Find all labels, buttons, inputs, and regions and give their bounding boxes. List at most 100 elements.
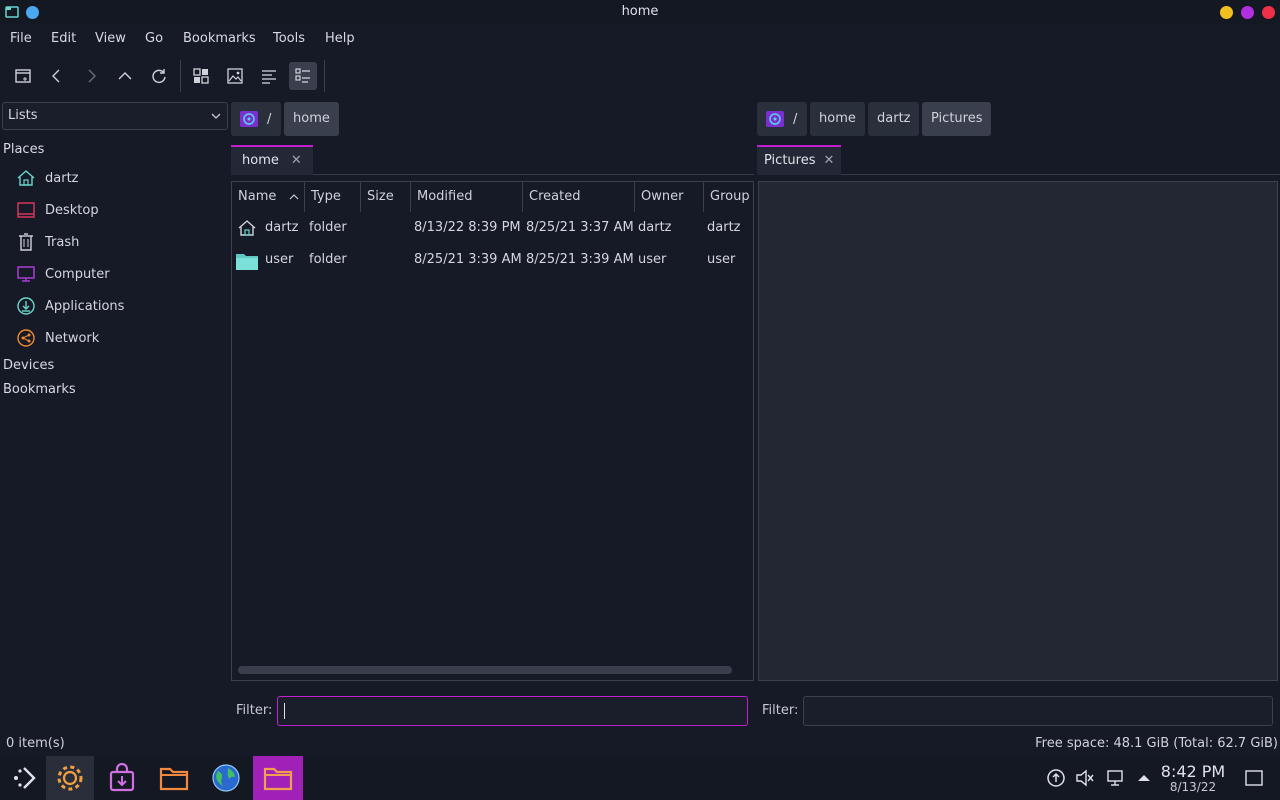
cell-modified: 8/13/22 8:39 PM bbox=[414, 220, 521, 235]
horizontal-scrollbar[interactable] bbox=[238, 666, 732, 674]
status-item-count: 0 item(s) bbox=[6, 736, 65, 751]
reload-icon[interactable] bbox=[145, 62, 173, 90]
filter-label: Filter: bbox=[236, 703, 273, 718]
menu-view[interactable]: View bbox=[95, 26, 126, 52]
file-list-view-right[interactable] bbox=[758, 181, 1278, 681]
column-header-type[interactable]: Type bbox=[305, 182, 361, 212]
panel-select-value: Lists bbox=[8, 108, 38, 123]
updates-icon[interactable] bbox=[1045, 767, 1067, 789]
breadcrumb-root-label: / bbox=[267, 111, 272, 127]
column-header-group[interactable]: Group bbox=[704, 182, 752, 212]
cell-type: folder bbox=[309, 252, 347, 267]
filter-input-right[interactable] bbox=[803, 696, 1273, 726]
menu-bookmarks[interactable]: Bookmarks bbox=[183, 26, 256, 52]
place-trash[interactable]: Trash bbox=[16, 229, 79, 255]
menu-file[interactable]: File bbox=[10, 26, 32, 52]
place-desktop[interactable]: Desktop bbox=[16, 197, 99, 223]
table-row[interactable]: user folder 8/25/21 3:39 AM 8/25/21 3:39… bbox=[232, 244, 752, 276]
compact-view-icon[interactable] bbox=[255, 62, 283, 90]
breadcrumb-root[interactable]: / bbox=[757, 102, 807, 136]
menu-help[interactable]: Help bbox=[325, 26, 355, 52]
drive-icon bbox=[240, 111, 258, 127]
menu-go[interactable]: Go bbox=[145, 26, 163, 52]
places-header[interactable]: Places bbox=[3, 142, 44, 157]
sort-ascending-icon bbox=[289, 194, 299, 200]
network-icon bbox=[17, 329, 35, 347]
breadcrumb-root-label: / bbox=[793, 111, 798, 127]
volume-muted-icon[interactable] bbox=[1074, 767, 1096, 789]
menu-edit[interactable]: Edit bbox=[51, 26, 76, 52]
detailed-view-icon[interactable] bbox=[289, 62, 317, 90]
globe-icon bbox=[212, 764, 240, 792]
column-header-owner[interactable]: Owner bbox=[635, 182, 704, 212]
computer-icon bbox=[17, 266, 35, 282]
breadcrumb-dartz[interactable]: dartz bbox=[868, 102, 920, 136]
tab-label: home bbox=[242, 153, 279, 168]
cell-group: dartz bbox=[707, 220, 741, 235]
taskbar-active-files[interactable] bbox=[253, 756, 303, 800]
place-network[interactable]: Network bbox=[16, 325, 99, 351]
column-header-size[interactable]: Size bbox=[361, 182, 411, 212]
tab-home[interactable]: home ✕ bbox=[231, 145, 313, 175]
close-tab-icon[interactable]: ✕ bbox=[291, 153, 302, 168]
panel-select[interactable]: Lists bbox=[2, 102, 228, 130]
column-header-name[interactable]: Name bbox=[232, 182, 305, 212]
cell-owner: user bbox=[638, 252, 667, 267]
taskbar-settings[interactable] bbox=[46, 756, 94, 800]
bookmarks-header[interactable]: Bookmarks bbox=[3, 382, 76, 397]
filter-input[interactable] bbox=[277, 696, 748, 726]
new-tab-icon[interactable] bbox=[9, 62, 37, 90]
launcher-icon bbox=[14, 767, 36, 789]
cell-created: 8/25/21 3:37 AM bbox=[526, 220, 634, 235]
app-launcher-button[interactable] bbox=[0, 756, 48, 800]
icon-view-icon[interactable] bbox=[187, 62, 215, 90]
maximize-button[interactable] bbox=[1241, 6, 1254, 19]
clock-date[interactable]: 8/13/22 bbox=[1160, 780, 1226, 794]
show-desktop-icon[interactable] bbox=[1243, 767, 1265, 789]
place-computer[interactable]: Computer bbox=[16, 261, 110, 287]
filter-label: Filter: bbox=[762, 703, 799, 718]
folder-icon bbox=[236, 254, 258, 270]
breadcrumb-root[interactable]: / bbox=[231, 102, 281, 136]
up-icon[interactable] bbox=[111, 62, 139, 90]
place-label: Applications bbox=[45, 298, 125, 314]
taskbar-discover[interactable] bbox=[98, 756, 146, 800]
tab-label: Pictures bbox=[764, 153, 816, 168]
place-applications[interactable]: Applications bbox=[16, 293, 124, 319]
minimize-button[interactable] bbox=[1220, 6, 1233, 19]
toolbar-separator bbox=[180, 60, 181, 92]
taskbar-files[interactable] bbox=[150, 756, 198, 800]
place-label: Computer bbox=[45, 266, 110, 282]
app-icon bbox=[5, 5, 19, 19]
gear-icon bbox=[57, 765, 83, 791]
back-icon[interactable] bbox=[43, 62, 71, 90]
close-tab-icon[interactable]: ✕ bbox=[823, 153, 834, 168]
place-label: Network bbox=[45, 330, 100, 346]
tray-expand-icon[interactable] bbox=[1133, 767, 1155, 789]
drive-icon bbox=[766, 111, 784, 127]
text-cursor bbox=[284, 703, 285, 719]
breadcrumb-pictures[interactable]: Pictures bbox=[922, 102, 992, 136]
column-header-created[interactable]: Created bbox=[523, 182, 635, 212]
menu-tools[interactable]: Tools bbox=[273, 26, 305, 52]
breadcrumb-home[interactable]: home bbox=[810, 102, 865, 136]
breadcrumb-home[interactable]: home bbox=[284, 102, 339, 136]
close-button[interactable] bbox=[1262, 6, 1275, 19]
tab-pictures[interactable]: Pictures ✕ bbox=[757, 145, 842, 175]
home-folder-icon bbox=[238, 220, 256, 236]
taskbar-browser[interactable] bbox=[202, 756, 250, 800]
column-header-modified[interactable]: Modified bbox=[411, 182, 523, 212]
forward-icon[interactable] bbox=[77, 62, 105, 90]
cell-modified: 8/25/21 3:39 AM bbox=[414, 252, 522, 267]
thumbnail-view-icon[interactable] bbox=[221, 62, 249, 90]
place-dartz[interactable]: dartz bbox=[16, 165, 78, 191]
clock-time[interactable]: 8:42 PM bbox=[1160, 762, 1226, 781]
folder-icon bbox=[263, 767, 293, 791]
network-wired-icon[interactable] bbox=[1104, 767, 1126, 789]
table-row[interactable]: dartz folder 8/13/22 8:39 PM 8/25/21 3:3… bbox=[232, 212, 752, 244]
pin-button[interactable] bbox=[26, 6, 39, 19]
menu-bar: File Edit View Go Bookmarks Tools Help bbox=[0, 26, 1280, 52]
devices-header[interactable]: Devices bbox=[3, 358, 54, 373]
column-label: Name bbox=[238, 189, 277, 204]
cell-name: dartz bbox=[265, 220, 299, 235]
